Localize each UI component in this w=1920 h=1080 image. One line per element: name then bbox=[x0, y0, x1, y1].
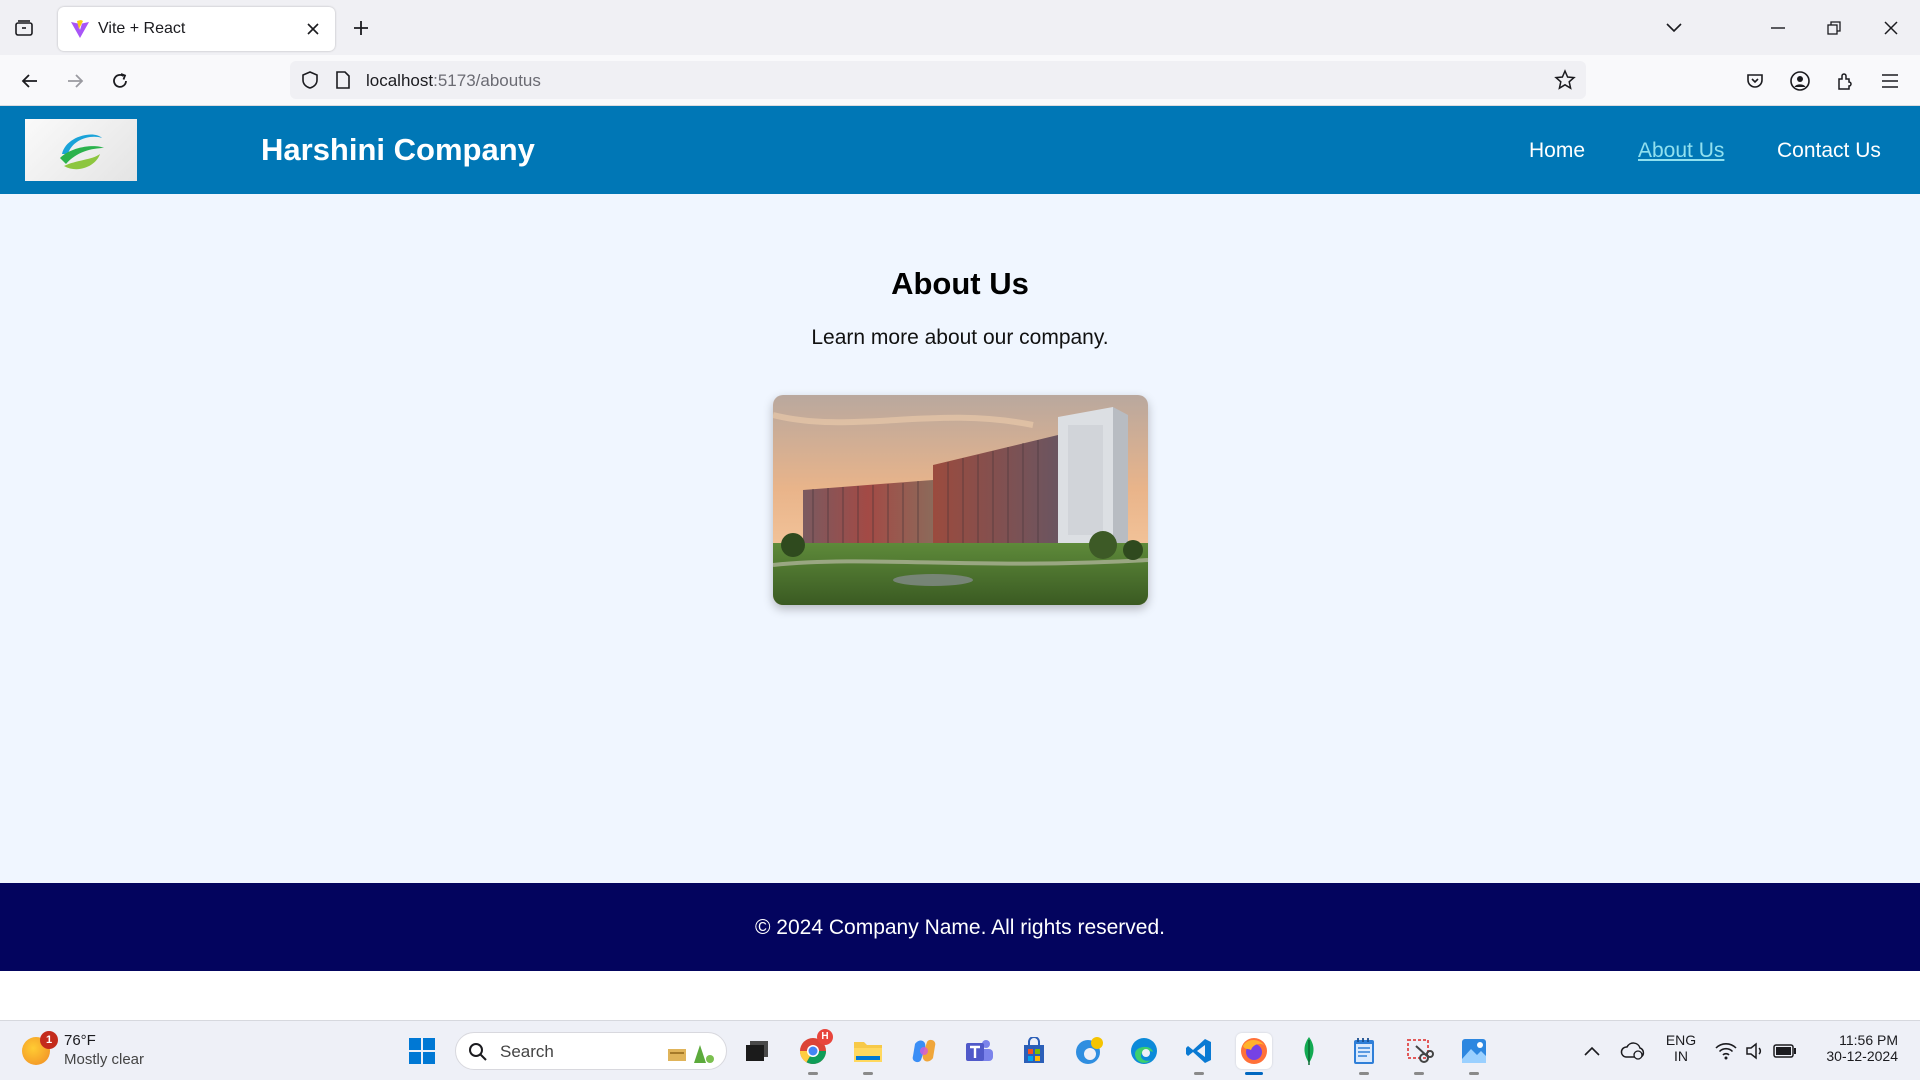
mongodb-compass-icon[interactable] bbox=[1291, 1033, 1327, 1069]
language-indicator[interactable]: ENG IN bbox=[1661, 1032, 1701, 1064]
chrome-profile-badge: H bbox=[817, 1029, 833, 1045]
close-window-button[interactable] bbox=[1877, 14, 1905, 42]
taskbar-search[interactable]: Search bbox=[455, 1032, 727, 1070]
chrome-icon[interactable]: H bbox=[795, 1029, 833, 1075]
clock[interactable]: 11:56 PM 30-12-2024 bbox=[1812, 1032, 1898, 1064]
firefox-icon[interactable] bbox=[1236, 1033, 1272, 1075]
vscode-icon[interactable] bbox=[1181, 1033, 1217, 1075]
nav-contact-us-link[interactable]: Contact Us bbox=[1777, 139, 1881, 163]
battery-icon[interactable] bbox=[1767, 1033, 1803, 1069]
hamburger-menu-icon[interactable] bbox=[1876, 67, 1904, 95]
snipping-tool-icon[interactable] bbox=[1401, 1033, 1437, 1075]
tab-title: Vite + React bbox=[98, 20, 186, 37]
company-building-image bbox=[773, 395, 1148, 605]
nav-about-us-link[interactable]: About Us bbox=[1638, 139, 1724, 163]
onedrive-sync-icon[interactable] bbox=[1615, 1033, 1651, 1069]
main-content: About Us Learn more about our company. bbox=[0, 194, 1920, 883]
nav-home-link[interactable]: Home bbox=[1529, 139, 1585, 163]
page-info-icon[interactable] bbox=[334, 70, 352, 90]
weather-widget[interactable]: 1 76°F Mostly clear bbox=[22, 1031, 162, 1071]
company-name: Harshini Company bbox=[261, 132, 535, 167]
search-label: Search bbox=[500, 1042, 554, 1061]
swirl-logo-icon bbox=[60, 134, 104, 170]
address-bar[interactable]: localhost:5173/aboutus bbox=[290, 61, 1586, 99]
search-icon bbox=[469, 1043, 487, 1061]
microsoft-store-icon[interactable] bbox=[1016, 1033, 1052, 1069]
edge-icon[interactable] bbox=[1126, 1033, 1162, 1069]
edge-dev-icon[interactable] bbox=[1071, 1033, 1107, 1069]
pocket-icon[interactable] bbox=[1741, 67, 1769, 95]
weather-badge: 1 bbox=[40, 1031, 58, 1049]
windows-taskbar: 1 76°F Mostly clear Search H ENG IN 11:5… bbox=[0, 1020, 1920, 1080]
browser-tab-bar: Vite + React bbox=[0, 0, 1920, 55]
page-subtitle: Learn more about our company. bbox=[811, 326, 1109, 349]
tab-list-icon[interactable] bbox=[12, 16, 36, 40]
list-all-tabs-icon[interactable] bbox=[1660, 14, 1688, 42]
new-tab-button[interactable] bbox=[349, 16, 373, 40]
vite-logo-icon bbox=[71, 20, 89, 38]
weather-temperature: 76°F bbox=[64, 1032, 96, 1049]
file-explorer-icon[interactable] bbox=[850, 1033, 886, 1075]
copyright-text: © 2024 Company Name. All rights reserved… bbox=[755, 916, 1165, 939]
photos-icon[interactable] bbox=[1456, 1033, 1492, 1075]
show-hidden-icons-chevron[interactable] bbox=[1574, 1033, 1610, 1069]
account-icon[interactable] bbox=[1786, 67, 1814, 95]
close-tab-icon[interactable] bbox=[303, 19, 323, 39]
teams-icon[interactable] bbox=[961, 1033, 997, 1069]
company-logo[interactable] bbox=[25, 119, 137, 181]
back-arrow-icon[interactable] bbox=[16, 67, 44, 95]
site-footer: © 2024 Company Name. All rights reserved… bbox=[0, 883, 1920, 971]
minimize-window-button[interactable] bbox=[1764, 14, 1792, 42]
browser-tab[interactable]: Vite + React bbox=[58, 7, 335, 51]
url-text[interactable]: localhost:5173/aboutus bbox=[366, 71, 541, 91]
copilot-icon[interactable] bbox=[906, 1033, 942, 1069]
site-header: Harshini Company Home About Us Contact U… bbox=[0, 106, 1920, 194]
reload-icon[interactable] bbox=[106, 67, 134, 95]
windows-start-icon[interactable] bbox=[404, 1033, 440, 1069]
notepad-icon[interactable] bbox=[1346, 1033, 1382, 1075]
shield-icon[interactable] bbox=[300, 70, 320, 90]
forward-arrow-icon[interactable] bbox=[61, 67, 89, 95]
weather-condition: Mostly clear bbox=[64, 1051, 145, 1068]
page-title: About Us bbox=[891, 266, 1029, 301]
browser-toolbar: localhost:5173/aboutus bbox=[0, 55, 1920, 106]
restore-window-button[interactable] bbox=[1820, 14, 1848, 42]
search-highlight-icon bbox=[668, 1045, 714, 1063]
extensions-icon[interactable] bbox=[1831, 67, 1859, 95]
task-view-icon[interactable] bbox=[739, 1033, 775, 1069]
bookmark-star-icon[interactable] bbox=[1554, 69, 1576, 91]
page-bottom-area bbox=[0, 971, 1920, 1020]
